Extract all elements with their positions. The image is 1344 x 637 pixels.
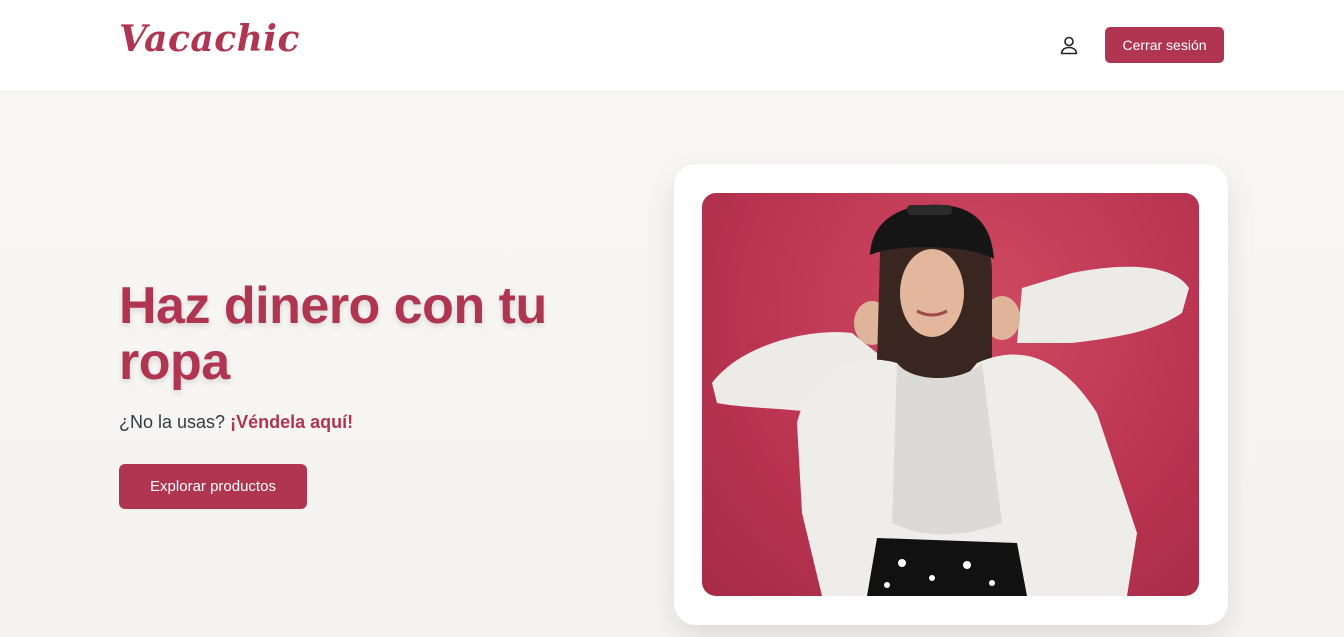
user-icon [1060,36,1078,55]
user-account-button[interactable] [1056,32,1082,58]
hero-image [702,193,1199,596]
brand-logo[interactable]: Vacachic [119,18,300,60]
explore-products-button[interactable]: Explorar productos [119,464,307,509]
hero-subtitle-accent: ¡Véndela aquí! [230,412,354,432]
site-header: Vacachic Cerrar sesión [0,0,1344,92]
hero-section: Haz dinero con tu ropa ¿No la usas? ¡Vén… [0,92,1344,637]
hero-image-card [674,164,1228,625]
model-photo [712,204,1189,596]
hero-subtitle-question: ¿No la usas? [119,412,226,432]
hero-subtitle: ¿No la usas? ¡Véndela aquí! [119,412,353,433]
hero-title: Haz dinero con tu ropa [119,277,547,391]
logout-button[interactable]: Cerrar sesión [1105,27,1224,63]
